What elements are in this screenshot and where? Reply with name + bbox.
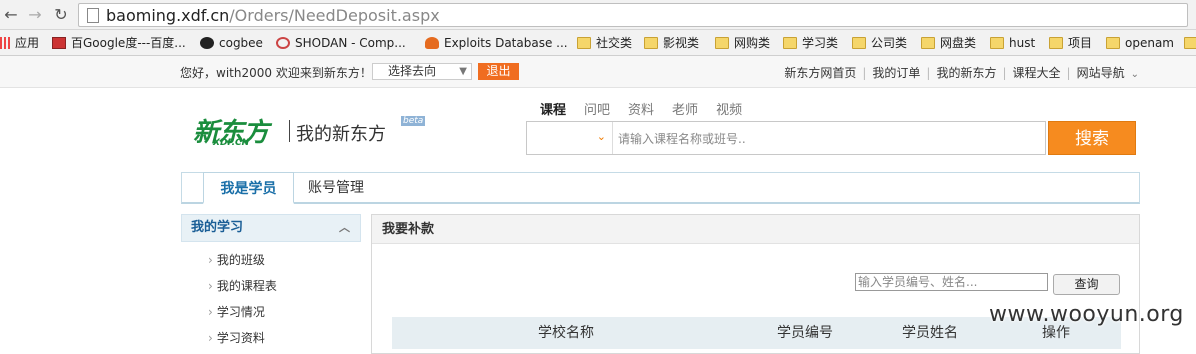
query-button[interactable]: 查询	[1053, 274, 1120, 295]
bookmark-folder-video[interactable]: 影视类	[644, 35, 699, 51]
sidebar-item-schedule[interactable]: › 我的课程表	[208, 277, 277, 294]
tab-account[interactable]: 账号管理	[306, 172, 366, 204]
bookmark-folder-openam[interactable]: openam	[1106, 35, 1174, 51]
bullet-icon: ›	[208, 305, 213, 319]
back-icon[interactable]: ←	[0, 4, 22, 26]
beta-badge: beta	[401, 116, 426, 126]
shodan-icon	[276, 37, 290, 49]
chevron-down-icon: ⌄	[1130, 69, 1139, 80]
destination-select-value: 选择去向	[388, 64, 437, 78]
sidebar-item-materials[interactable]: › 学习资料	[208, 329, 265, 346]
folder-icon	[644, 37, 658, 49]
main-tabs: 我是学员 账号管理	[181, 172, 1140, 204]
address-bar[interactable]: baoming.xdf.cn/Orders/NeedDeposit.aspx	[78, 3, 1188, 27]
url-text: baoming.xdf.cn/Orders/NeedDeposit.aspx	[106, 6, 440, 25]
search-tabs: 课程 问吧 资料 老师 视频	[540, 99, 760, 118]
destination-select[interactable]: 选择去向 ▼	[372, 63, 472, 80]
chevron-down-icon: ▼	[459, 66, 467, 77]
column-student-id: 学员编号	[777, 325, 833, 341]
search-button[interactable]: 搜索	[1048, 121, 1136, 155]
sidebar-section-label: 我的学习	[191, 220, 244, 235]
reload-icon[interactable]: ↻	[50, 4, 72, 26]
search-tab-material[interactable]: 资料	[628, 103, 654, 118]
apps-icon	[0, 37, 10, 49]
search-tab-ask[interactable]: 问吧	[584, 103, 610, 118]
folder-icon	[852, 37, 866, 49]
github-icon	[200, 37, 214, 49]
watermark: www.wooyun.org	[989, 302, 1184, 327]
link-xdf-home[interactable]: 新东方网首页	[784, 66, 856, 80]
folder-icon	[783, 37, 797, 49]
folder-icon	[990, 37, 1004, 49]
bookmark-shodan[interactable]: SHODAN - Comp...	[276, 35, 406, 51]
bookmark-exploitdb[interactable]: Exploits Database ...	[425, 35, 568, 51]
bookmark-folder-study[interactable]: 学习类	[783, 35, 838, 51]
folder-icon	[577, 37, 591, 49]
site-topbar: 您好，with2000 欢迎来到新东方！ 选择去向 ▼ 退出 新东方网首页 | 我的…	[0, 56, 1196, 88]
column-school-name: 学校名称	[538, 325, 594, 341]
search-category-select[interactable]: ⌄	[527, 122, 613, 154]
bookmark-baidu[interactable]: 百Google度---百度...	[52, 35, 186, 51]
panel-title: 我要补款	[372, 215, 1139, 244]
bookmark-cogbee[interactable]: cogbee	[200, 35, 263, 51]
search-input[interactable]: 请输入课程名称或班号..	[618, 130, 746, 147]
student-query-input[interactable]: 输入学员编号、姓名...	[855, 273, 1048, 291]
folder-icon	[715, 37, 729, 49]
folder-icon	[921, 37, 935, 49]
sidebar-item-my-class[interactable]: › 我的班级	[208, 251, 265, 268]
bullet-icon: ›	[208, 279, 213, 293]
bookmark-folder-project[interactable]: 项目	[1049, 35, 1092, 51]
site-icon	[52, 37, 66, 49]
chevron-down-icon: ⌄	[596, 130, 606, 143]
bookmarks-bar: 应用 百Google度---百度... cogbee SHODAN - Comp…	[0, 30, 1196, 56]
page-title: 我的新东方	[296, 124, 386, 145]
tab-student[interactable]: 我是学员	[203, 172, 294, 204]
folder-icon	[1106, 37, 1120, 49]
link-my-orders[interactable]: 我的订单	[872, 66, 920, 80]
page-icon	[87, 8, 99, 23]
link-my-xdf[interactable]: 我的新东方	[936, 66, 996, 80]
logout-button[interactable]: 退出	[478, 63, 519, 80]
bookmark-folder-company[interactable]: 公司类	[852, 35, 907, 51]
bookmark-folder-shop[interactable]: 网购类	[715, 35, 770, 51]
bookmark-folder-more[interactable]	[1184, 35, 1196, 51]
search-tab-video[interactable]: 视频	[716, 103, 742, 118]
xdf-logo-sub: XDF.CN	[213, 138, 250, 148]
bookmark-apps[interactable]: 应用	[0, 35, 39, 51]
bookmark-folder-social[interactable]: 社交类	[577, 35, 632, 51]
sidebar-item-progress[interactable]: › 学习情况	[208, 303, 265, 320]
search-tab-course[interactable]: 课程	[540, 103, 566, 118]
chevron-up-icon: ︿	[339, 221, 350, 234]
sidebar-section-my-study[interactable]: 我的学习 ︿	[181, 214, 361, 242]
column-student-name: 学员姓名	[902, 325, 958, 341]
search-box: ⌄ 请输入课程名称或班号..	[526, 121, 1046, 155]
link-site-nav[interactable]: 网站导航	[1077, 66, 1125, 80]
bookmark-folder-hust[interactable]: hust	[990, 35, 1035, 51]
link-all-courses[interactable]: 课程大全	[1013, 66, 1061, 80]
browser-toolbar: ← → ↻ baoming.xdf.cn/Orders/NeedDeposit.…	[0, 0, 1196, 30]
bookmark-folder-netdisk[interactable]: 网盘类	[921, 35, 976, 51]
deposit-panel: 我要补款 输入学员编号、姓名... 查询 学校名称 学员编号 学员姓名 操作	[371, 214, 1140, 354]
greeting-text: 您好，with2000 欢迎来到新东方！	[180, 66, 372, 80]
folder-icon	[1184, 37, 1196, 49]
folder-icon	[1049, 37, 1063, 49]
bullet-icon: ›	[208, 331, 213, 345]
exploitdb-icon	[425, 37, 439, 49]
bullet-icon: ›	[208, 253, 213, 267]
logo-divider	[289, 120, 290, 142]
top-links: 新东方网首页 | 我的订单 | 我的新东方 | 课程大全 | 网站导航 ⌄	[784, 66, 1139, 80]
forward-icon[interactable]: →	[24, 4, 46, 26]
search-tab-teacher[interactable]: 老师	[672, 103, 698, 118]
